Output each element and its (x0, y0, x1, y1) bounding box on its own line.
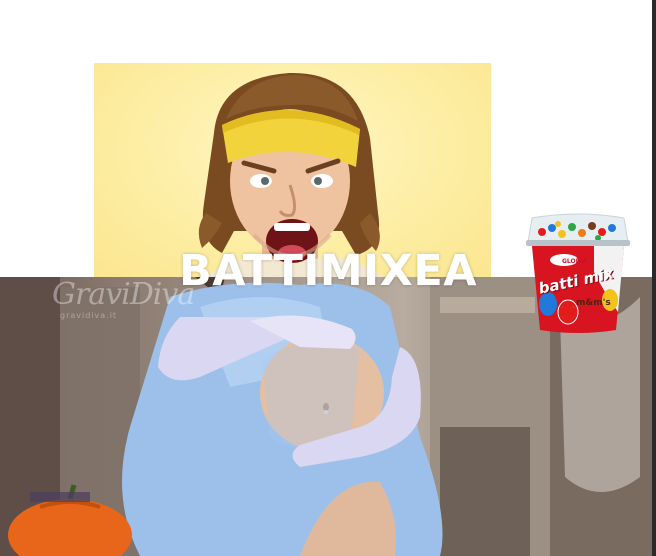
product-sub-brand: m&m's (576, 298, 611, 308)
product-cup: GLORIA batti mix m&m's (524, 212, 632, 334)
watermark-subtext: gravidiva.it (60, 311, 118, 320)
shouting-man-illustration (198, 72, 384, 277)
product-brand: GLORIA (562, 258, 588, 265)
top-photo-shouting-man (94, 63, 491, 277)
